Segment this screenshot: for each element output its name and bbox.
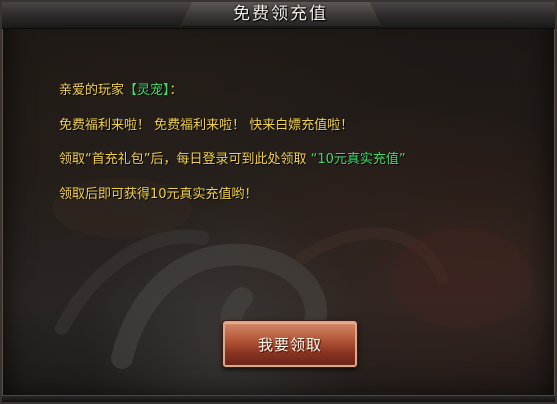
free-recharge-dialog: 免费领充值 亲爱的玩家【灵宠】： 免费福利来啦！ 免费福利来啦！ 快来白嫖充值啦… — [0, 0, 557, 404]
reward-description: 领取后即可获得10元真实充值哟！ — [59, 187, 258, 202]
dialog-title: 免费领充值 — [233, 4, 328, 24]
welfare-announcement: 免费福利来啦！ 免费福利来啦！ 快来白嫖充值啦！ — [59, 118, 354, 133]
claim-instruction-line: 领取“首充礼包”后，每日登录可到此处领取 “10元真实充值” — [59, 152, 406, 168]
claim-button[interactable]: 我要领取 — [223, 321, 357, 367]
recharge-amount-highlight: “10元真实充值” — [310, 152, 406, 167]
claim-instruction-text: 领取“首充礼包”后，每日登录可到此处领取 — [59, 152, 311, 167]
claim-button-label: 我要领取 — [257, 335, 322, 354]
greeting-suffix: ： — [169, 83, 183, 98]
bottom-border — [2, 395, 555, 402]
greeting-line: 亲爱的玩家【灵宠】： — [59, 83, 183, 99]
player-name: 【灵宠】 — [124, 83, 170, 98]
title-bar: 免费领充值 — [2, 2, 555, 29]
greeting-prefix: 亲爱的玩家 — [59, 83, 125, 98]
